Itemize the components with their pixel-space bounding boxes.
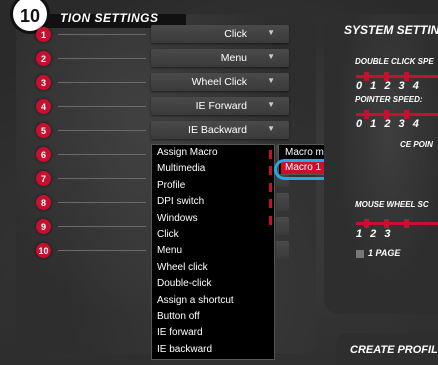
button-action-dropdown[interactable]: [276, 217, 289, 235]
menu-item[interactable]: IE forward: [157, 327, 203, 341]
menu-item[interactable]: Menu: [157, 245, 182, 259]
submenu-arrow-icon: [269, 215, 272, 225]
row-number-badge: 8: [36, 195, 51, 210]
submenu-arrow-icon: [269, 199, 272, 209]
dropdown-value: Wheel Click: [191, 76, 247, 88]
submenu-arrow-icon: [269, 166, 272, 176]
mouse-wheel-scale: 1 2 3: [356, 228, 391, 240]
submenu-arrow-icon: [269, 182, 272, 192]
chevron-down-icon: ▼: [267, 124, 275, 133]
pointer-speed-scale: 0 1 2 3 4: [356, 118, 419, 130]
chevron-down-icon: ▼: [267, 100, 275, 109]
row-connector-line: [58, 202, 146, 203]
dropdown-value: IE Backward: [188, 124, 247, 136]
menu-item[interactable]: IE backward: [157, 344, 212, 358]
row-connector-line: [58, 226, 146, 227]
double-click-slider[interactable]: [356, 72, 438, 81]
button-action-dropdown[interactable]: [276, 241, 289, 259]
mouse-wheel-label: MOUSE WHEEL SC: [355, 200, 429, 209]
pointer-extra-label: CE POIN: [400, 140, 433, 149]
row-connector-line: [58, 130, 146, 131]
row-number-badge: 1: [36, 27, 51, 42]
button-action-dropdown[interactable]: IE Backward ▼: [151, 121, 289, 139]
button-action-dropdown[interactable]: Wheel Click ▼: [151, 73, 289, 91]
row-number-badge: 6: [36, 147, 51, 162]
pointer-speed-slider[interactable]: [356, 110, 438, 119]
slider-tick: [404, 219, 409, 228]
double-click-speed-label: DOUBLE CLICK SPE: [355, 57, 434, 66]
dropdown-value: Menu: [220, 52, 247, 64]
mouse-wheel-slider[interactable]: [356, 219, 438, 228]
slider-tick: [364, 219, 369, 228]
row-connector-line: [58, 34, 146, 35]
row-connector-line: [58, 250, 146, 251]
button-action-dropdown[interactable]: [276, 193, 289, 211]
button-action-dropdown[interactable]: Menu ▼: [151, 49, 289, 67]
action-menu: Assign Macro Multimedia Profile DPI switch W…: [151, 144, 275, 360]
menu-item[interactable]: Assign Macro: [157, 147, 218, 161]
double-click-scale: 0 1 2 3 4: [356, 80, 419, 92]
slider-tick: [384, 219, 389, 228]
row-connector-line: [58, 154, 146, 155]
menu-item[interactable]: Wheel click: [157, 262, 208, 276]
menu-item[interactable]: Button off: [157, 311, 200, 325]
one-page-label: 1 PAGE: [368, 248, 401, 258]
row-connector-line: [58, 106, 146, 107]
row-number-badge: 3: [36, 75, 51, 90]
dropdown-value: IE Forward: [195, 100, 247, 112]
row-number-badge: 4: [36, 99, 51, 114]
row-connector-line: [58, 58, 146, 59]
section-title: TION SETTINGS: [60, 11, 159, 25]
submenu-arrow-icon: [269, 150, 272, 159]
menu-item[interactable]: Assign a shortcut: [157, 295, 234, 309]
chevron-down-icon: ▼: [267, 28, 275, 37]
row-number-badge: 9: [36, 219, 51, 234]
menu-item[interactable]: DPI switch: [157, 196, 204, 210]
menu-item[interactable]: Multimedia: [157, 163, 205, 177]
dropdown-value: Click: [224, 28, 247, 40]
menu-item[interactable]: Windows: [157, 213, 198, 227]
menu-item[interactable]: Click: [157, 229, 179, 243]
menu-item[interactable]: Profile: [157, 180, 185, 194]
row-number-badge: 10: [36, 243, 51, 258]
create-profile-title: CREATE PROFIL: [350, 344, 438, 356]
app-window: TION SETTINGS 10 1 Click ▼ 2 Menu ▼ 3 Wheel Cli…: [0, 0, 438, 365]
button-action-dropdown[interactable]: IE Forward ▼: [151, 97, 289, 115]
row-number-badge: 5: [36, 123, 51, 138]
system-settings-title: SYSTEM SETTING: [344, 23, 438, 37]
menu-item[interactable]: Double-click: [157, 278, 211, 292]
row-connector-line: [58, 178, 146, 179]
button-action-dropdown[interactable]: Click ▼: [151, 25, 289, 43]
row-number-badge: 7: [36, 171, 51, 186]
row-connector-line: [58, 82, 146, 83]
pointer-speed-label: POINTER SPEED:: [355, 95, 423, 104]
chevron-down-icon: ▼: [267, 76, 275, 85]
one-page-checkbox[interactable]: [356, 250, 364, 258]
chevron-down-icon: ▼: [267, 52, 275, 61]
row-number-badge: 2: [36, 51, 51, 66]
